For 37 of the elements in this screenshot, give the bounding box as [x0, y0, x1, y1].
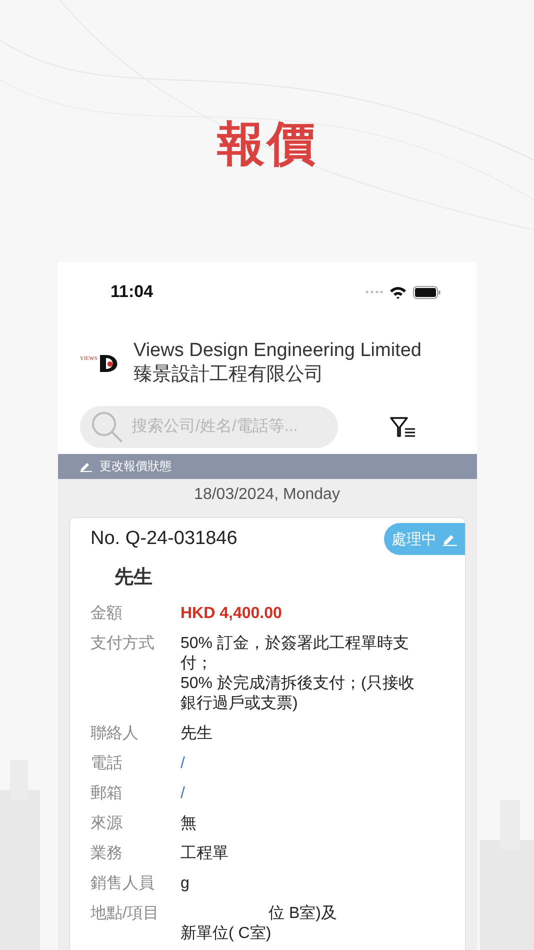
battery-icon: [412, 286, 440, 298]
field-value[interactable]: /: [180, 754, 420, 774]
search-icon: [90, 410, 124, 444]
field-value[interactable]: /: [180, 784, 420, 804]
field-label: 金額: [90, 604, 124, 624]
field-label: 聯絡人: [90, 724, 140, 744]
field-label: 來源: [90, 814, 124, 834]
filter-icon[interactable]: [390, 416, 416, 438]
edit-icon: [442, 532, 456, 546]
field-label: 電話: [90, 754, 124, 774]
field-label: 地點/項目: [90, 904, 160, 924]
field-value: 50% 訂金，於簽署此工程單時支付； 50% 於完成清拆後支付；(只接收銀行過戶或支票): [180, 634, 416, 714]
field-value: HKD 4,400.00: [180, 604, 283, 624]
status-badge[interactable]: 處理中: [384, 523, 464, 555]
action-label: 更改報價狀態: [100, 458, 172, 475]
status-action-bar[interactable]: 更改報價狀態: [58, 454, 476, 479]
page-title: 報價: [217, 117, 317, 173]
company-name: Views Design Engineering Limited: [134, 339, 422, 363]
field-value: 新單位( C室): [180, 924, 272, 944]
field-label: 支付方式: [90, 634, 156, 654]
field-value: 無: [180, 814, 198, 834]
field-label: 銷售人員: [90, 874, 156, 894]
wifi-icon: [388, 286, 406, 298]
field-value: 先生: [180, 724, 214, 744]
field-value: g: [180, 874, 190, 894]
quote-card[interactable]: No. Q-24-031846 處理中 先生 金額 HKD 4,400.00 支付方式 50% 訂金，於簽署此工程單時支付； 50% 於完成清拆後支付；(只接收銀行過戶或支票) 聯絡人 先生 電話 / 郵箱 / 來源 無 業務 工程單 銷售人員 g 地點/項目 位 B室)及 新單位( C室): [68, 517, 466, 950]
field-label: 郵箱: [90, 784, 124, 804]
status-time: 11:04: [110, 282, 154, 302]
edit-icon: [80, 461, 92, 472]
customer-name: 先生: [113, 566, 154, 590]
quote-number: No. Q-24-031846: [90, 528, 238, 550]
date-header: 18/03/2024, Monday: [58, 479, 476, 511]
field-label: 業務: [90, 844, 124, 864]
company-name-chinese: 臻景設計工程有限公司: [134, 363, 324, 387]
field-value: 位 B室)及: [268, 904, 337, 924]
field-value: 工程單: [180, 844, 230, 864]
signal-icon: [364, 290, 382, 294]
